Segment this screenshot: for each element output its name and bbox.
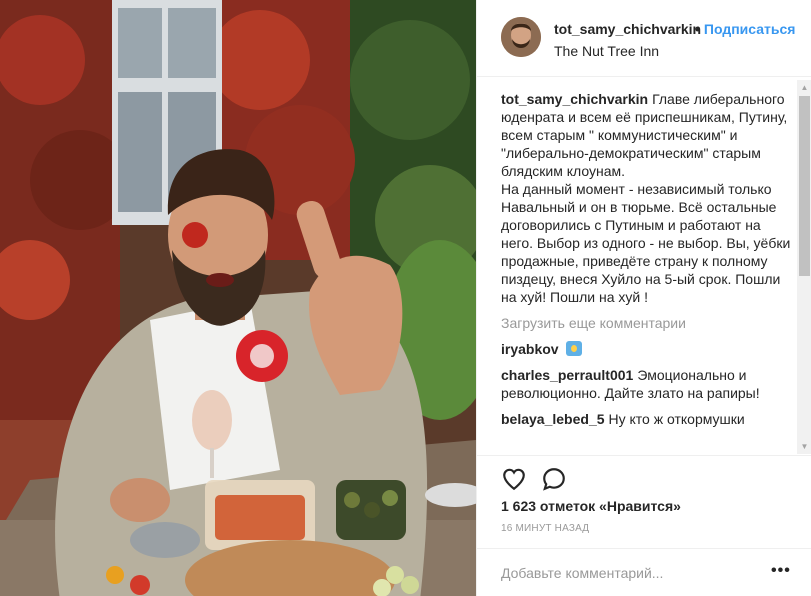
- header-username[interactable]: tot_samy_chichvarkin: [554, 21, 701, 37]
- post-header: tot_samy_chichvarkin • Подписаться The Nu…: [477, 0, 811, 77]
- post-actions: 1 623 отметок «Нравится» 16 МИНУТ НАЗАД: [477, 455, 811, 556]
- scroll-thumb[interactable]: [799, 96, 810, 276]
- follow-button[interactable]: • Подписаться: [695, 21, 795, 37]
- caption-text: Главе либерального юденрата и всем её пр…: [501, 91, 791, 305]
- caption-username[interactable]: tot_samy_chichvarkin: [501, 91, 648, 107]
- scroll-up-arrow-icon[interactable]: ▲: [797, 80, 811, 95]
- scroll-down-arrow-icon[interactable]: ▼: [797, 439, 811, 454]
- post-photo[interactable]: [0, 0, 476, 596]
- add-comment-bar: •••: [477, 548, 811, 596]
- comment-item: iryabkov: [501, 340, 791, 358]
- avatar[interactable]: [501, 17, 541, 57]
- add-comment-input[interactable]: [501, 563, 751, 583]
- more-options-icon[interactable]: •••: [771, 563, 791, 579]
- waving-hands-emoji-icon: [565, 341, 582, 356]
- post-side-panel: tot_samy_chichvarkin • Подписаться The Nu…: [476, 0, 811, 596]
- separator-dot: •: [695, 21, 700, 37]
- load-more-comments-link[interactable]: Загрузить еще комментарии: [501, 314, 791, 332]
- comments-scrollbar[interactable]: ▲ ▼: [797, 80, 811, 454]
- post-photo-illustration: [0, 0, 476, 596]
- comment-username[interactable]: charles_perrault001: [501, 367, 633, 383]
- location-link[interactable]: The Nut Tree Inn: [554, 43, 659, 59]
- comment-icon[interactable]: [541, 466, 567, 492]
- comment-item: belaya_lebed_5 Ну кто ж откормушки: [501, 410, 791, 428]
- comments-list[interactable]: tot_samy_chichvarkin Главе либерального ю…: [501, 90, 791, 452]
- post-timestamp[interactable]: 16 МИНУТ НАЗАД: [501, 523, 589, 534]
- comment-username[interactable]: belaya_lebed_5: [501, 411, 605, 427]
- comment-username[interactable]: iryabkov: [501, 341, 559, 357]
- caption: tot_samy_chichvarkin Главе либерального ю…: [501, 90, 791, 306]
- comment-item: charles_perrault001 Эмоционально и револю…: [501, 366, 791, 402]
- comment-text: Ну кто ж откормушки: [608, 411, 745, 427]
- heart-icon[interactable]: [501, 466, 527, 492]
- likes-count[interactable]: 1 623 отметок «Нравится»: [501, 498, 681, 514]
- follow-label[interactable]: Подписаться: [704, 21, 796, 37]
